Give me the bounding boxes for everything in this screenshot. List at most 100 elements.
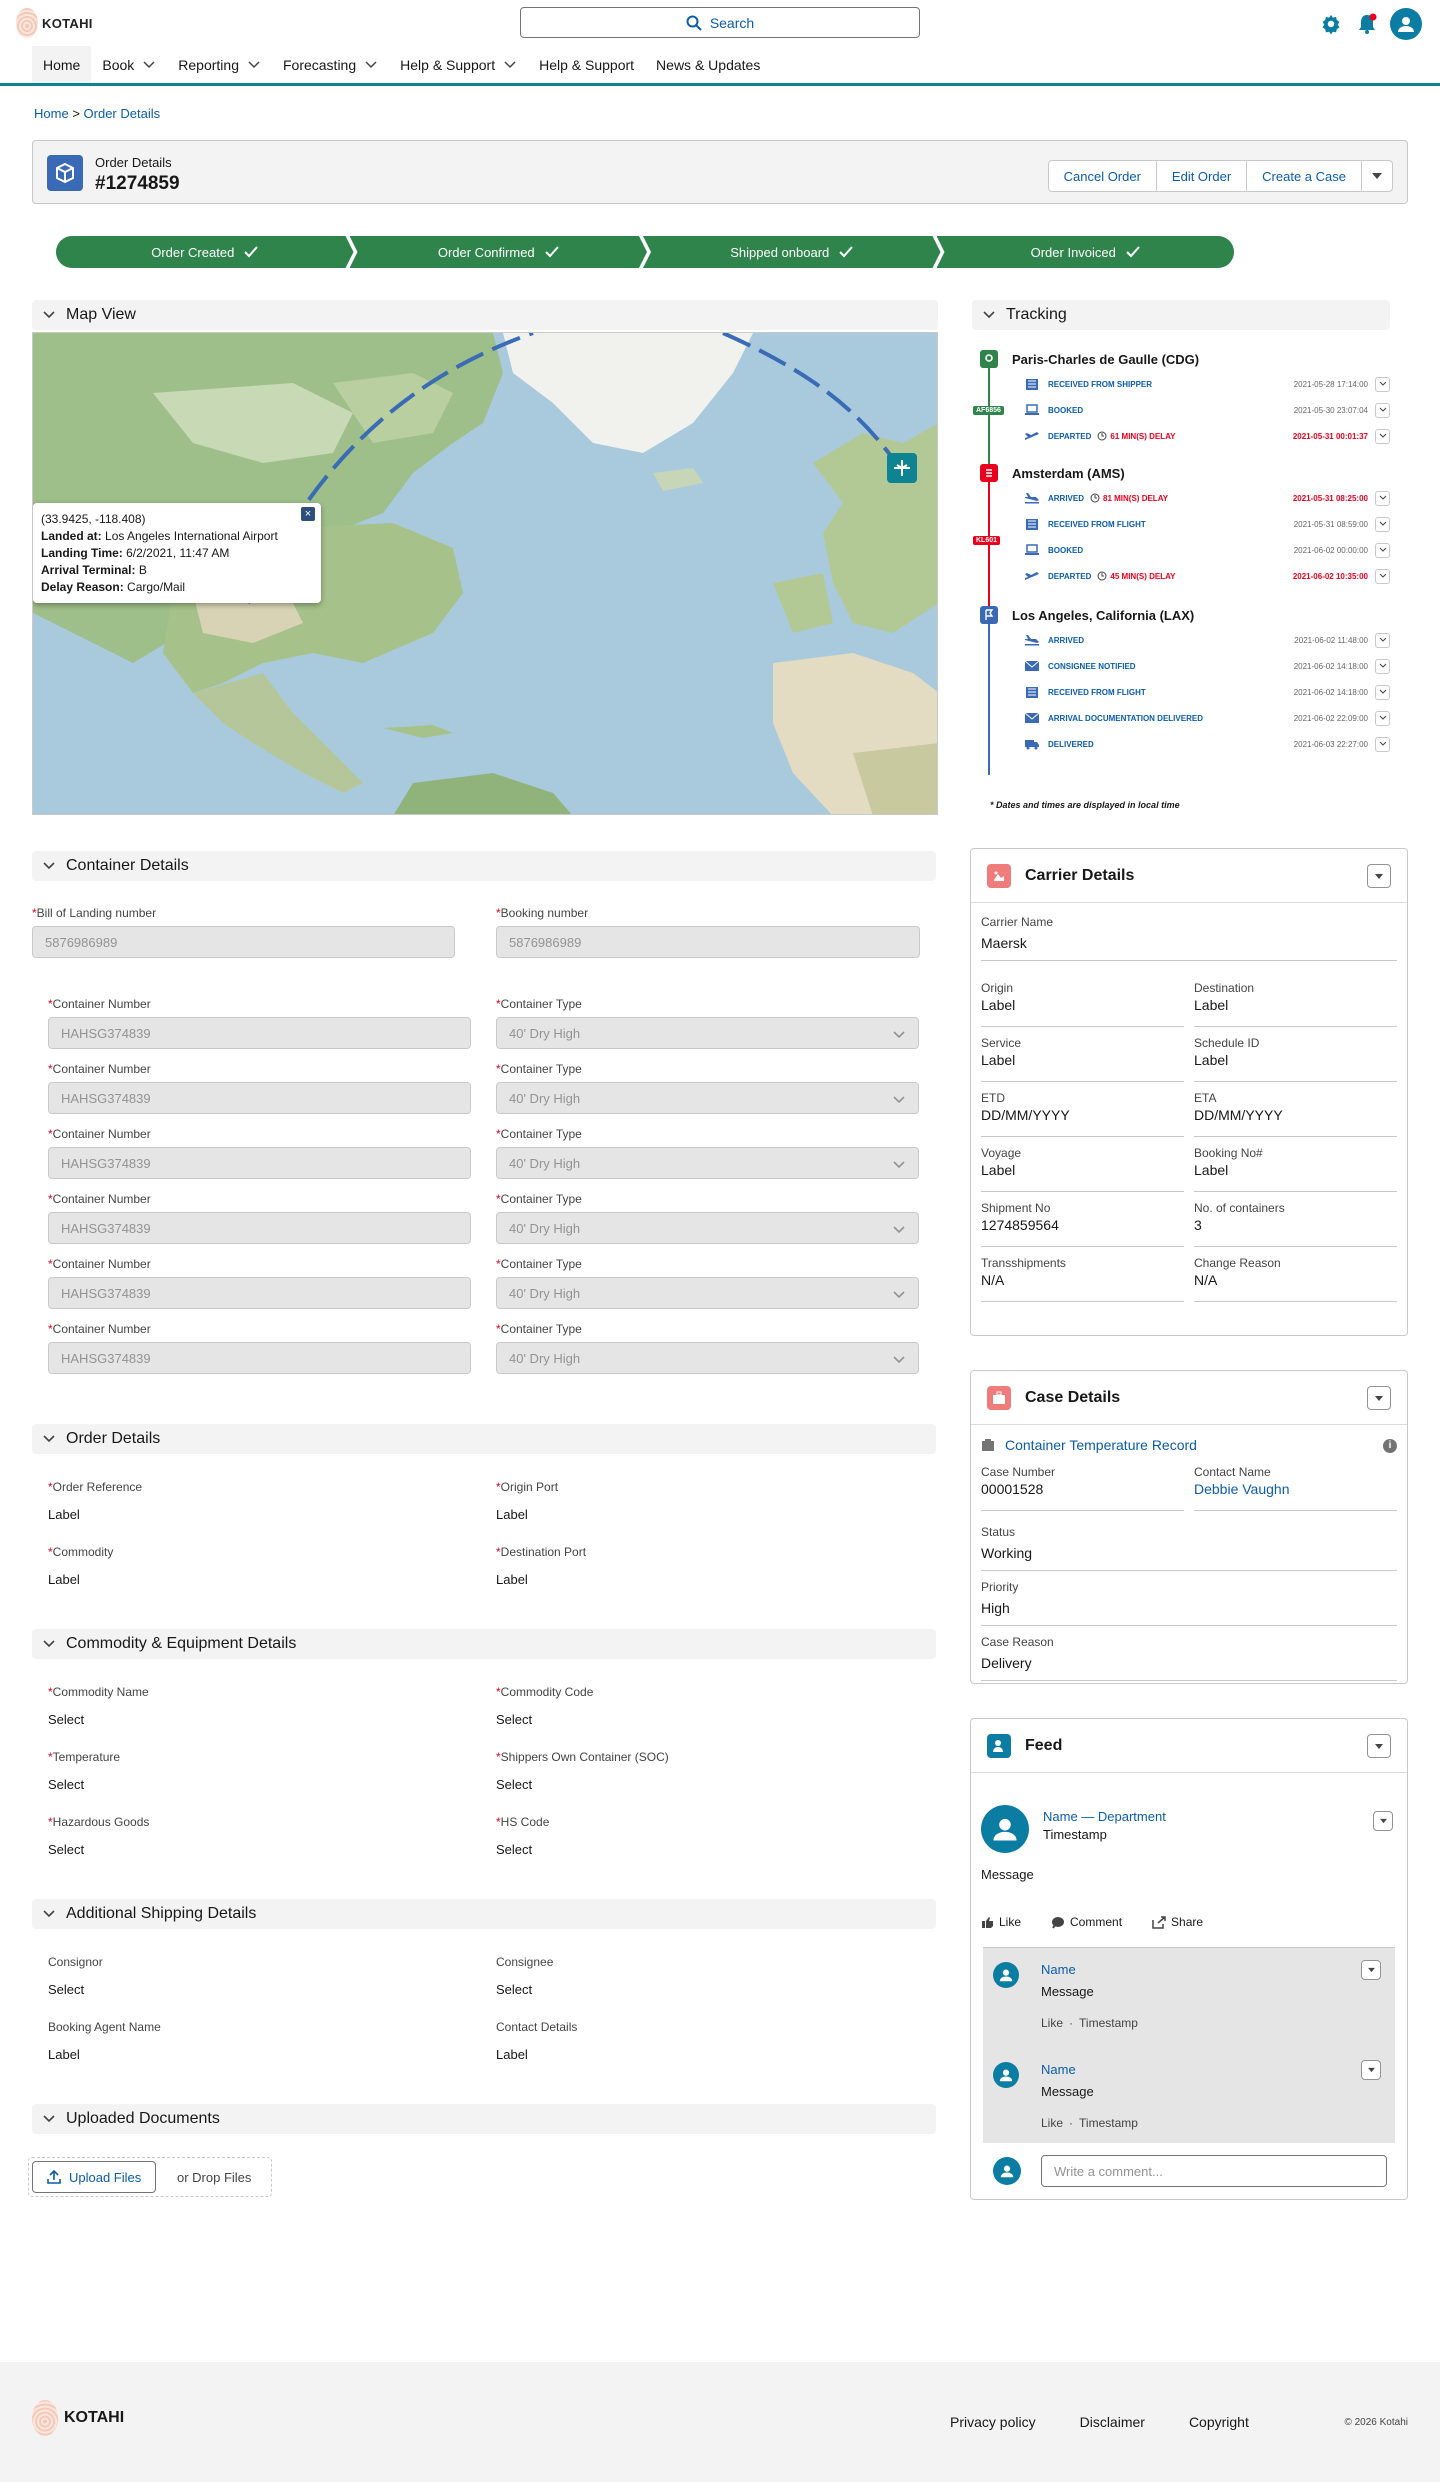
soc-select[interactable]: Select xyxy=(496,1777,532,1792)
container-type-select[interactable]: 40' Dry High xyxy=(496,1342,919,1374)
nav-item-news-updates[interactable]: News & Updates xyxy=(645,46,771,83)
upload-files-button[interactable]: Upload Files xyxy=(32,2161,157,2193)
event-expand-toggle[interactable] xyxy=(1375,710,1390,726)
field-label: *Booking number xyxy=(496,906,589,920)
event-expand-toggle[interactable] xyxy=(1375,402,1390,418)
more-actions-button[interactable] xyxy=(1361,160,1393,192)
post-author-link[interactable]: Name — Department xyxy=(1043,1809,1166,1824)
consignee-select[interactable]: Select xyxy=(496,1982,532,1997)
path-step-order-invoiced[interactable]: Order Invoiced xyxy=(936,236,1234,268)
breadcrumb-home-link[interactable]: Home xyxy=(34,106,69,121)
comment-like-link[interactable]: Like xyxy=(1041,2116,1063,2130)
footer-logo[interactable]: KOTAHI xyxy=(32,2400,124,2436)
case-record-link[interactable]: Container Temperature Record xyxy=(981,1437,1197,1453)
path-step-order-created[interactable]: Order Created xyxy=(56,236,354,268)
share-button[interactable]: Share xyxy=(1152,1915,1203,1929)
search-input[interactable]: Search xyxy=(520,7,920,38)
container-type-select[interactable]: 40' Dry High xyxy=(496,1147,919,1179)
commodity-name-select[interactable]: Select xyxy=(48,1712,84,1727)
cancel-order-button[interactable]: Cancel Order xyxy=(1047,160,1157,192)
comment-button[interactable]: Comment xyxy=(1051,1915,1122,1929)
card-menu-button[interactable] xyxy=(1367,1386,1391,1410)
nav-item-book[interactable]: Book xyxy=(91,46,167,83)
airport-marker-icon[interactable] xyxy=(887,453,917,483)
uploads-section-header[interactable]: Uploaded Documents xyxy=(32,2104,936,2134)
field-label: Case Number xyxy=(981,1465,1056,1479)
disclaimer-link[interactable]: Disclaimer xyxy=(1080,2414,1145,2430)
event-expand-toggle[interactable] xyxy=(1375,516,1390,532)
container-number-input[interactable]: HAHSG374839 xyxy=(48,1212,471,1244)
comment-input[interactable]: Write a comment... xyxy=(1041,2155,1387,2187)
event-expand-toggle[interactable] xyxy=(1375,568,1390,584)
field-label: *Container Type xyxy=(496,1257,582,1271)
commenter-name-link[interactable]: Name xyxy=(1041,1962,1076,1977)
field-label: *Commodity Code xyxy=(496,1685,594,1699)
container-number-input[interactable]: HAHSG374839 xyxy=(48,1082,471,1114)
notifications-bell-icon[interactable] xyxy=(1354,11,1380,37)
field-label: *Order Reference xyxy=(48,1480,143,1494)
nav-item-home[interactable]: Home xyxy=(32,46,92,86)
comment-like-link[interactable]: Like xyxy=(1041,2016,1063,2030)
container-number-input[interactable]: HAHSG374839 xyxy=(48,1277,471,1309)
nav-item-reporting[interactable]: Reporting xyxy=(167,46,272,83)
path-step-order-confirmed[interactable]: Order Confirmed xyxy=(350,236,648,268)
consignor-select[interactable]: Select xyxy=(48,1982,84,1997)
hs-code-select[interactable]: Select xyxy=(496,1842,532,1857)
container-type-select[interactable]: 40' Dry High xyxy=(496,1017,919,1049)
commenter-avatar[interactable] xyxy=(993,1962,1019,1988)
event-time: 2021-05-31 00:01:37 xyxy=(1292,431,1368,441)
copyright-link[interactable]: Copyright xyxy=(1189,2414,1249,2430)
shipping-section-header[interactable]: Additional Shipping Details xyxy=(32,1899,936,1929)
event-expand-toggle[interactable] xyxy=(1375,490,1390,506)
hazardous-goods-select[interactable]: Select xyxy=(48,1842,84,1857)
container-number-input[interactable]: HAHSG374839 xyxy=(48,1017,471,1049)
container-number-input[interactable]: HAHSG374839 xyxy=(48,1147,471,1179)
comment-menu-button[interactable] xyxy=(1361,1960,1381,1980)
container-type-select[interactable]: 40' Dry High xyxy=(496,1082,919,1114)
temperature-select[interactable]: Select xyxy=(48,1777,84,1792)
commenter-name-link[interactable]: Name xyxy=(1041,2062,1076,2077)
privacy-policy-link[interactable]: Privacy policy xyxy=(950,2414,1036,2430)
container-type-select[interactable]: 40' Dry High xyxy=(496,1277,919,1309)
comment-menu-button[interactable] xyxy=(1361,2060,1381,2080)
event-expand-toggle[interactable] xyxy=(1375,542,1390,558)
event-expand-toggle[interactable] xyxy=(1375,428,1390,444)
event-expand-toggle[interactable] xyxy=(1375,376,1390,392)
event-expand-toggle[interactable] xyxy=(1375,632,1390,648)
container-number-input[interactable]: HAHSG374839 xyxy=(48,1342,471,1374)
map-view-section-header[interactable]: Map View xyxy=(32,300,938,330)
card-menu-button[interactable] xyxy=(1367,1734,1391,1758)
user-avatar[interactable] xyxy=(1390,8,1422,40)
booking-number-input[interactable]: 5876986989 xyxy=(496,926,920,958)
settings-gear-icon[interactable] xyxy=(1318,11,1344,37)
post-author-avatar[interactable] xyxy=(981,1805,1029,1853)
close-icon[interactable]: × xyxy=(301,507,315,521)
commenter-avatar[interactable] xyxy=(993,2062,1019,2088)
path-step-shipped-onboard[interactable]: Shipped onboard xyxy=(643,236,941,268)
create-case-button[interactable]: Create a Case xyxy=(1246,160,1362,192)
commodity-code-select[interactable]: Select xyxy=(496,1712,532,1727)
container-details-section-header[interactable]: Container Details xyxy=(32,851,936,881)
event-expand-toggle[interactable] xyxy=(1375,684,1390,700)
order-details-section-header[interactable]: Order Details xyxy=(32,1424,936,1454)
edit-order-button[interactable]: Edit Order xyxy=(1155,160,1248,192)
info-icon[interactable]: i xyxy=(1383,1439,1397,1453)
nav-item-help-support-menu[interactable]: Help & Support xyxy=(389,46,528,83)
brand-logo[interactable]: KOTAHI xyxy=(16,8,93,38)
event-expand-toggle[interactable] xyxy=(1375,736,1390,752)
bill-of-lading-input[interactable]: 5876986989 xyxy=(32,926,455,958)
event-time: 2021-06-02 22:09:00 xyxy=(1293,713,1368,723)
commodity-section-header[interactable]: Commodity & Equipment Details xyxy=(32,1629,936,1659)
nav-item-forecasting[interactable]: Forecasting xyxy=(272,46,389,83)
post-menu-button[interactable] xyxy=(1373,1811,1393,1831)
card-menu-button[interactable] xyxy=(1367,864,1391,888)
contact-name-link[interactable]: Debbie Vaughn xyxy=(1194,1481,1397,1497)
input-value: 5876986989 xyxy=(509,934,582,950)
like-button[interactable]: Like xyxy=(981,1915,1021,1929)
event-expand-toggle[interactable] xyxy=(1375,658,1390,674)
file-dropzone[interactable]: Upload Files or Drop Files xyxy=(28,2157,272,2197)
map-canvas[interactable]: × (33.9425, -118.408) Landed at: Los Ang… xyxy=(32,332,938,815)
breadcrumb-current-link[interactable]: Order Details xyxy=(84,106,161,121)
container-type-select[interactable]: 40' Dry High xyxy=(496,1212,919,1244)
nav-item-help-support[interactable]: Help & Support xyxy=(528,46,645,83)
